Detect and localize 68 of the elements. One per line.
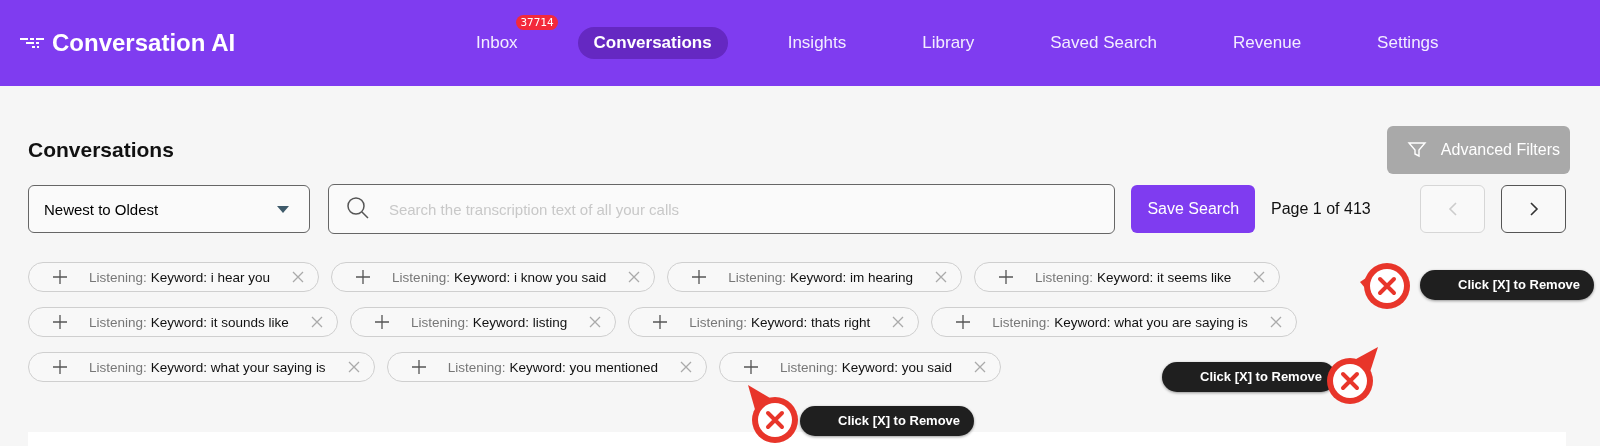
filter-value: Keyword: i know you said [453,269,607,285]
filter-value: Keyword: i hear you [150,269,271,285]
nav-tab[interactable]: Inbox [460,27,534,59]
plus-icon [744,360,758,374]
plus-icon [53,360,67,374]
nav-tab[interactable]: Saved Search [1034,27,1174,59]
save-search-button[interactable]: Save Search [1131,185,1256,233]
filter-category: Listening: [728,269,787,285]
plus-icon [692,270,707,284]
nav-tab[interactable]: Library [906,27,991,59]
filter-category: Listening: [447,359,506,375]
plus-icon [411,360,426,374]
close-icon [628,271,641,283]
nav-tab[interactable]: Revenue [1217,27,1318,59]
page-title: Conversations [28,138,174,162]
close-icon [589,316,602,328]
filter-value: Keyword: im hearing [790,269,914,285]
filter-category: Listening: [89,359,147,375]
close-icon [347,361,360,373]
remove-marker-icon [1358,260,1413,312]
chevron-left-icon [1447,202,1458,216]
plus-icon [356,270,371,284]
app-name: Conversation AI [52,29,236,57]
close-icon [310,316,323,328]
plus-icon [53,315,67,329]
filter-icon [1406,140,1427,160]
remove-marker-icon [746,383,801,446]
filter-value: Keyword: you said [841,359,953,375]
filter-value: Keyword: thats right [751,314,871,330]
nav-tab[interactable]: Conversations [577,27,728,59]
filter-value: Keyword: it sounds like [150,314,289,330]
filter-category: Listening: [89,269,147,285]
plus-icon [374,315,389,329]
logo-icon [20,36,44,50]
count-badge: 37714 [516,15,558,30]
filter-category: Listening: [392,269,450,285]
close-icon [974,361,987,373]
close-icon [1269,316,1282,328]
sort-dropdown[interactable]: Newest to Oldest [28,185,310,233]
filter-value: Keyword: what you are saying is [1054,314,1248,330]
nav-tab[interactable]: Insights [771,27,863,59]
caret-icon [276,205,289,213]
filter-value: Keyword: what your saying is [150,359,326,375]
nav-tab[interactable]: Settings [1361,27,1455,59]
close-icon [935,271,948,283]
filter-category: Listening: [780,359,838,375]
chevron-right-icon [1528,202,1539,216]
filter-category: Listening: [689,314,747,330]
filter-category: Listening: [992,314,1051,330]
filter-category: Listening: [410,314,469,330]
filter-value: Keyword: listing [472,314,568,330]
plus-icon [653,315,668,329]
filter-category: Listening: [1035,269,1093,285]
plus-icon [956,315,971,329]
plus-icon [53,270,67,284]
page-indicator: Page 1 of 413 [1271,200,1372,218]
filter-value: Keyword: you mentioned [509,359,658,375]
callout-label: Click [X] to Remove [800,406,975,436]
close-icon [892,316,905,328]
plus-icon [999,270,1014,284]
remove-marker-icon [1324,345,1380,407]
callout-label: Click [X] to Remove [1420,270,1595,300]
filter-value: Keyword: it seems like [1096,269,1232,285]
close-icon [680,361,692,373]
filter-category: Listening: [89,314,147,330]
close-icon [1253,271,1266,283]
close-icon [292,271,305,283]
next-page-button[interactable] [1501,185,1566,233]
